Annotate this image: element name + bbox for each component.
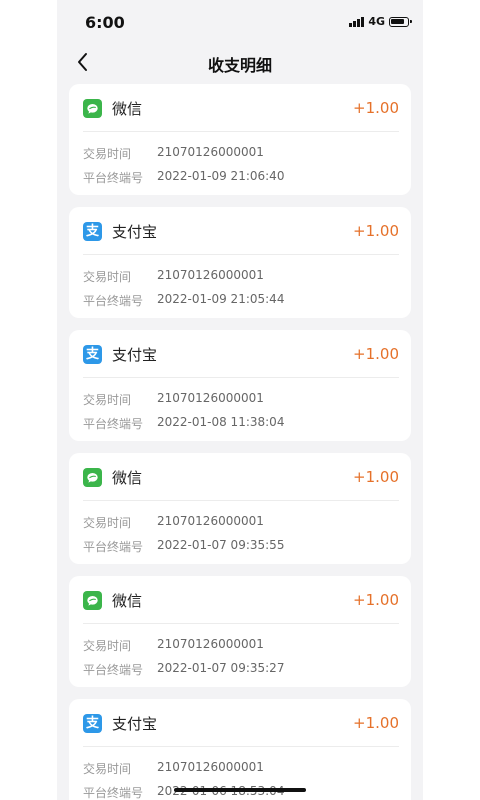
home-indicator [174,788,306,792]
terminal-no-label: 平台终端号 [83,294,144,308]
card-header: 支 支付宝 +1.00 [83,342,399,366]
transaction-time-label: 交易时间 [83,270,132,284]
card-header: 支 支付宝 +1.00 [83,711,399,735]
terminal-no-row: 平台终端号 2022-01-07 09:35:55 [83,538,284,555]
wechat-icon [83,98,102,118]
status-bar: 6:00 4G [57,0,423,44]
amount: +1.00 [353,222,399,240]
payment-method: 微信 [112,468,143,487]
record-card[interactable]: 支 支付宝 +1.00 交易时间 21070126000001 平台终端号 20… [69,699,411,800]
transaction-time-value: 21070126000001 [157,514,264,528]
record-card[interactable]: 微信 +1.00 交易时间 21070126000001 平台终端号 2022-… [69,453,411,564]
divider [83,131,399,132]
amount: +1.00 [353,99,399,117]
terminal-no-label: 平台终端号 [83,663,144,677]
transaction-time-label: 交易时间 [83,147,132,161]
status-time: 6:00 [85,13,125,32]
payment-method: 支付宝 [112,222,158,241]
divider [83,623,399,624]
amount: +1.00 [353,714,399,732]
wechat-icon [83,467,102,487]
record-card[interactable]: 支 支付宝 +1.00 交易时间 21070126000001 平台终端号 20… [69,207,411,318]
divider [83,377,399,378]
card-header: 支 支付宝 +1.00 [83,219,399,243]
divider [83,254,399,255]
record-list: 微信 +1.00 交易时间 21070126000001 平台终端号 2022-… [69,84,411,800]
terminal-no-value: 2022-01-07 09:35:55 [157,538,285,552]
wechat-icon [83,590,102,610]
amount: +1.00 [353,345,399,363]
transaction-time-row: 交易时间 21070126000001 [83,760,264,777]
transaction-time-label: 交易时间 [83,516,132,530]
transaction-time-label: 交易时间 [83,639,132,653]
terminal-no-row: 平台终端号 2022-01-08 11:38:04 [83,415,284,432]
terminal-no-value: 2022-01-09 21:06:40 [157,169,285,183]
terminal-no-value: 2022-01-07 09:35:27 [157,661,285,675]
transaction-time-value: 21070126000001 [157,268,264,282]
record-card[interactable]: 微信 +1.00 交易时间 21070126000001 平台终端号 2022-… [69,576,411,687]
amount: +1.00 [353,591,399,609]
signal-icon [349,16,365,27]
transaction-time-value: 21070126000001 [157,760,264,774]
transaction-time-label: 交易时间 [83,762,132,776]
terminal-no-label: 平台终端号 [83,171,144,185]
payment-method: 支付宝 [112,345,158,364]
terminal-no-row: 平台终端号 2022-01-06 18:53:04 [83,784,284,800]
terminal-no-value: 2022-01-09 21:05:44 [157,292,285,306]
transaction-time-label: 交易时间 [83,393,132,407]
card-header: 微信 +1.00 [83,588,399,612]
page-title: 收支明细 [207,56,272,75]
transaction-time-row: 交易时间 21070126000001 [83,268,264,285]
terminal-no-value: 2022-01-08 11:38:04 [157,415,285,429]
payment-method: 支付宝 [112,714,158,733]
terminal-no-label: 平台终端号 [83,786,144,800]
terminal-no-row: 平台终端号 2022-01-09 21:06:40 [83,169,284,186]
terminal-no-value: 2022-01-06 18:53:04 [157,784,284,800]
card-header: 微信 +1.00 [83,465,399,489]
terminal-no-row: 平台终端号 2022-01-09 21:05:44 [83,292,284,309]
alipay-icon: 支 [83,344,102,364]
terminal-no-label: 平台终端号 [83,417,144,431]
record-card[interactable]: 支 支付宝 +1.00 交易时间 21070126000001 平台终端号 20… [69,330,411,441]
transaction-time-row: 交易时间 21070126000001 [83,514,264,531]
payment-method: 微信 [112,591,143,610]
terminal-no-label: 平台终端号 [83,540,144,554]
payment-method: 微信 [112,99,143,118]
alipay-icon: 支 [83,713,102,733]
divider [83,746,399,747]
record-card[interactable]: 微信 +1.00 交易时间 21070126000001 平台终端号 2022-… [69,84,411,195]
card-header: 微信 +1.00 [83,96,399,120]
network-label: 4G [368,15,385,28]
transaction-time-value: 21070126000001 [157,637,264,651]
amount: +1.00 [353,468,399,486]
status-indicators: 4G [349,15,412,28]
phone-screen: 6:00 4G 收支明细 微信 +1.00 交易时间 2107012600000… [57,0,423,800]
terminal-no-row: 平台终端号 2022-01-07 09:35:27 [83,661,284,678]
battery-icon [389,16,412,27]
alipay-icon: 支 [83,221,102,241]
transaction-time-value: 21070126000001 [157,145,264,159]
nav-bar: 收支明细 [57,44,423,82]
transaction-time-row: 交易时间 21070126000001 [83,391,264,408]
transaction-time-row: 交易时间 21070126000001 [83,637,264,654]
transaction-time-value: 21070126000001 [157,391,264,405]
divider [83,500,399,501]
transaction-time-row: 交易时间 21070126000001 [83,145,264,162]
